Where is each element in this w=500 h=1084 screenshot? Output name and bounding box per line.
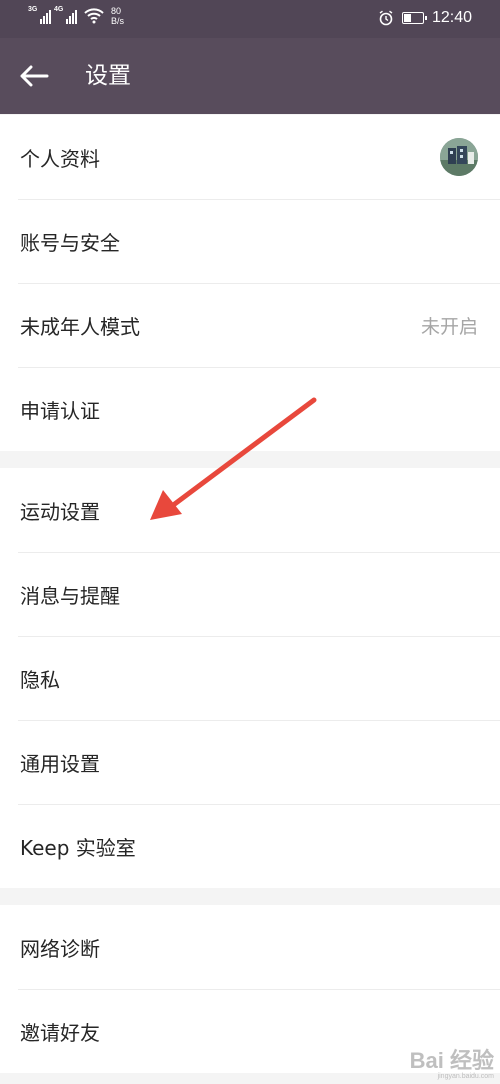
settings-item-profile[interactable]: 个人资料 — [0, 115, 500, 199]
settings-item-network-diagnosis[interactable]: 网络诊断 — [0, 905, 500, 989]
network-type-sim1: 3G — [28, 6, 38, 13]
settings-group-account: 个人资料 账号与安全 未成年人模式 未开启 申请认证 — [0, 115, 500, 451]
settings-item-label: 隐私 — [20, 667, 60, 692]
status-bar: 3G 4G 80 B/s 12:40 — [0, 0, 500, 38]
signal-icon: 3G — [28, 6, 51, 24]
settings-item-general[interactable]: 通用设置 — [0, 720, 500, 804]
settings-item-label: 申请认证 — [20, 398, 100, 423]
settings-item-notifications[interactable]: 消息与提醒 — [0, 552, 500, 636]
watermark-logo: Bai 经验 — [409, 1048, 494, 1073]
settings-item-privacy[interactable]: 隐私 — [0, 636, 500, 720]
settings-item-label: 未成年人模式 — [20, 314, 140, 339]
settings-item-label: 通用设置 — [20, 751, 100, 776]
signal-icon: 4G — [54, 6, 77, 24]
avatar — [440, 138, 478, 176]
network-type-sim2: 4G — [54, 6, 64, 13]
alarm-icon — [379, 10, 393, 26]
net-speed-value: 80 — [111, 6, 122, 16]
net-speed-unit: B/s — [111, 16, 125, 26]
settings-item-keep-lab[interactable]: Keep 实验室 — [0, 804, 500, 888]
settings-item-label: 网络诊断 — [20, 936, 100, 961]
settings-item-sport[interactable]: 运动设置 — [0, 468, 500, 552]
settings-item-verification[interactable]: 申请认证 — [0, 367, 500, 451]
net-speed: 80 B/s — [111, 6, 124, 26]
settings-item-label: 邀请好友 — [20, 1020, 100, 1045]
settings-item-minor-mode[interactable]: 未成年人模式 未开启 — [0, 283, 500, 367]
settings-item-label: 账号与安全 — [20, 230, 120, 255]
status-left: 3G 4G 80 B/s — [28, 6, 124, 26]
back-arrow-icon — [20, 65, 49, 87]
settings-item-label: 运动设置 — [20, 499, 100, 524]
minor-mode-status: 未开启 — [420, 315, 478, 338]
settings-item-label: 消息与提醒 — [20, 583, 120, 608]
settings-item-label: 个人资料 — [20, 146, 100, 171]
watermark: Bai 经验 jingyan.baidu.com — [409, 1048, 494, 1081]
wifi-icon — [84, 8, 104, 24]
app-header: 设置 — [0, 38, 500, 114]
watermark-url: jingyan.baidu.com — [437, 1073, 494, 1080]
status-time: 12:40 — [431, 9, 472, 26]
back-button[interactable] — [16, 60, 52, 92]
status-right: 12:40 — [378, 9, 472, 27]
page-title: 设置 — [85, 63, 131, 89]
battery-icon — [401, 12, 427, 24]
settings-group-general: 运动设置 消息与提醒 隐私 通用设置 Keep 实验室 — [0, 468, 500, 888]
settings-item-account-security[interactable]: 账号与安全 — [0, 199, 500, 283]
settings-item-label: Keep 实验室 — [20, 835, 136, 860]
